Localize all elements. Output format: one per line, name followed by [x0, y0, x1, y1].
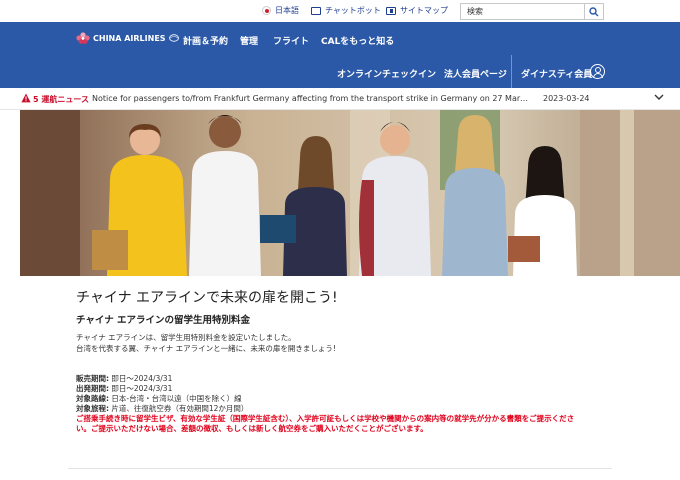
chatbot-label: チャットボット — [325, 6, 381, 15]
detail-sales-period: 販売期間: 即日〜2024/3/31 — [76, 374, 173, 383]
main-header: CHINA AIRLINES 計画＆予約 管理 フライト CALをもっと知る オ… — [0, 22, 680, 88]
detail-departure-period: 出発期間: 即日〜2024/3/31 — [76, 384, 173, 393]
japan-flag-icon — [262, 6, 271, 15]
chatbot-link[interactable]: チャットボット — [311, 5, 381, 16]
nav-about-cal[interactable]: CALをもっと知る — [321, 34, 394, 47]
sitemap-label: サイトマップ — [400, 6, 448, 15]
intro-paragraph: チャイナ エアラインは、留学生用特別料金を設定いたしました。 台湾を代表する翼、… — [76, 332, 636, 354]
sitemap-link[interactable]: サイトマップ — [386, 5, 448, 16]
warning-notice-line: ご搭乗手続き時に留学生ビザ、有効な学生証（国際学生証含む）、入学許可証もしくは学… — [76, 414, 575, 423]
students-photo — [20, 110, 680, 276]
skyteam-icon — [168, 34, 179, 42]
nav-flights[interactable]: フライト — [273, 34, 309, 47]
language-selector[interactable]: 日本語 — [262, 5, 299, 16]
language-label: 日本語 — [275, 6, 299, 15]
warning-icon — [21, 93, 31, 103]
search-icon — [589, 6, 599, 16]
page-title: チャイナ エアラインで未来の扉を開こう! — [76, 290, 338, 306]
detail-routes: 対象路線: 日本-台湾・台湾以遠（中国を除く）線 — [76, 394, 242, 403]
nav-online-checkin[interactable]: オンラインチェックイン — [337, 67, 436, 80]
chevron-down-icon[interactable] — [654, 92, 664, 102]
nav-plan-book[interactable]: 計画＆予約 — [183, 34, 228, 47]
user-account-icon[interactable] — [590, 64, 605, 79]
nav-dynasty-member[interactable]: ダイナスティ会員 — [521, 67, 592, 80]
news-count[interactable]: 5 運航ニュース — [33, 94, 89, 105]
warning-notice-line: い。ご提示いただけない場合、差額の徴収、もしくは新しく航空券をご購入いただくこと… — [76, 424, 428, 433]
page-subtitle: チャイナ エアラインの留学生用特別料金 — [76, 315, 251, 326]
china-airlines-logo[interactable]: CHINA AIRLINES — [76, 32, 179, 44]
intro-line: 台湾を代表する翼、チャイナ エアラインと一緒に、未来の扉を開きましょう! — [76, 344, 336, 353]
intro-line: チャイナ エアラインは、留学生用特別料金を設定いたしました。 — [76, 333, 296, 342]
search-box — [460, 3, 604, 20]
search-input[interactable] — [461, 4, 585, 19]
promo-content: チャイナ エアラインで未来の扉を開こう! チャイナ エアラインの留学生用特別料金… — [76, 287, 636, 434]
sitemap-icon — [386, 6, 396, 15]
section-divider — [68, 468, 612, 469]
logo-text: CHINA AIRLINES — [93, 33, 166, 43]
detail-itinerary: 対象旅程: 片道、往復航空券（有効期間12か月間） — [76, 404, 249, 413]
news-headline[interactable]: Notice for passengers to/from Frankfurt … — [92, 94, 532, 103]
nav-manage[interactable]: 管理 — [240, 34, 258, 47]
news-bar: 5 運航ニュース Notice for passengers to/from F… — [0, 88, 680, 110]
utility-bar: 日本語 チャットボット サイトマップ — [0, 0, 680, 22]
nav-divider — [511, 55, 512, 88]
search-button[interactable] — [584, 4, 603, 19]
fare-details: 販売期間: 即日〜2024/3/31 出発期間: 即日〜2024/3/31 対象… — [76, 374, 636, 434]
plum-blossom-logo-icon — [76, 32, 90, 44]
hero-image-students — [20, 110, 680, 276]
nav-corporate-members[interactable]: 法人会員ページ — [444, 67, 507, 80]
news-date: 2023-03-24 — [543, 94, 590, 103]
chat-icon — [311, 6, 321, 15]
